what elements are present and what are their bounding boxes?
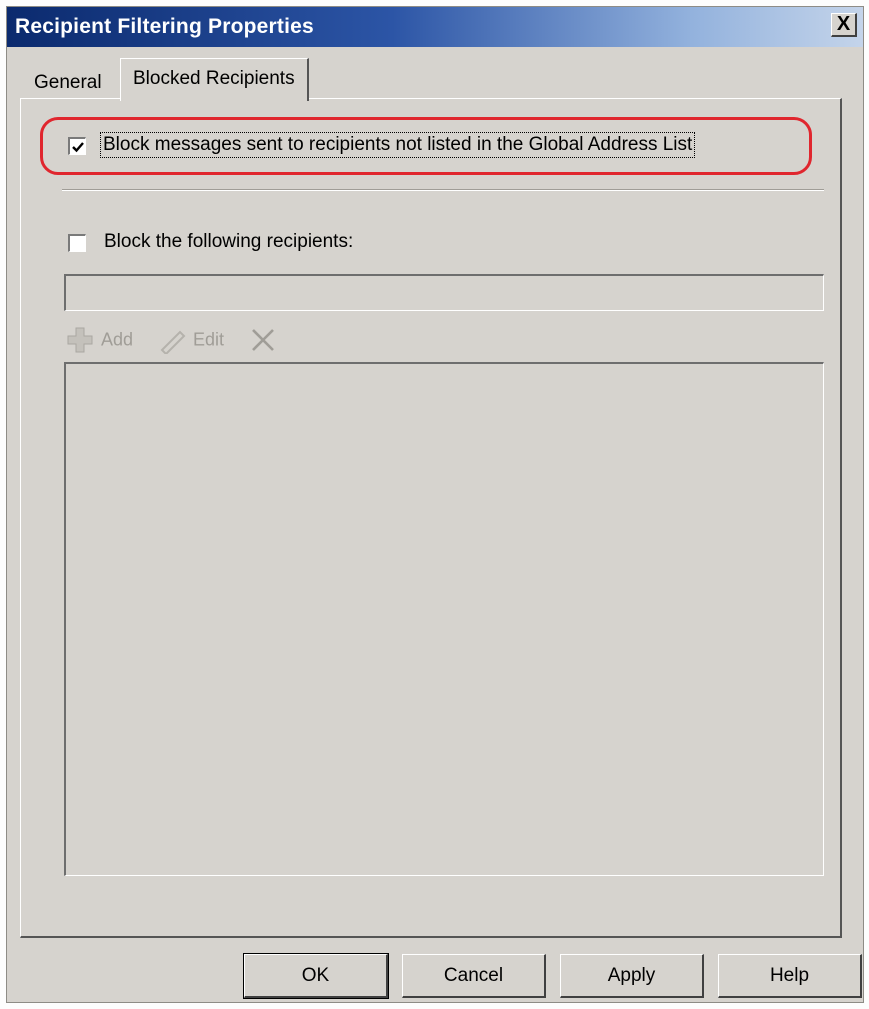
remove-button[interactable] [248, 326, 278, 356]
tab-general[interactable]: General [24, 66, 112, 100]
edit-button[interactable]: Edit [158, 326, 224, 356]
add-icon [67, 327, 93, 353]
cancel-button[interactable]: Cancel [402, 954, 546, 998]
block-gal-label[interactable]: Block messages sent to recipients not li… [100, 132, 696, 158]
pencil-icon [160, 330, 186, 356]
ok-button[interactable]: OK [243, 953, 389, 999]
help-button[interactable]: Help [718, 954, 862, 998]
delete-x-icon [252, 329, 274, 351]
edit-label: Edit [193, 329, 225, 350]
recipient-list[interactable] [64, 362, 824, 876]
apply-button[interactable]: Apply [560, 954, 704, 998]
block-gal-checkbox[interactable] [68, 137, 86, 155]
block-following-checkbox[interactable] [68, 234, 86, 252]
add-label: Add [101, 329, 134, 350]
tab-blocked-recipients[interactable]: Blocked Recipients [120, 58, 309, 101]
checkmark-icon [72, 142, 84, 153]
close-button[interactable]: X [831, 13, 857, 37]
block-following-label[interactable]: Block the following recipients: [104, 231, 353, 253]
window-title: Recipient Filtering Properties [15, 15, 314, 38]
add-button[interactable]: Add [66, 326, 133, 356]
divider [62, 189, 824, 191]
recipient-input[interactable] [64, 274, 824, 311]
title-bar[interactable]: Recipient Filtering Properties X [7, 7, 863, 47]
